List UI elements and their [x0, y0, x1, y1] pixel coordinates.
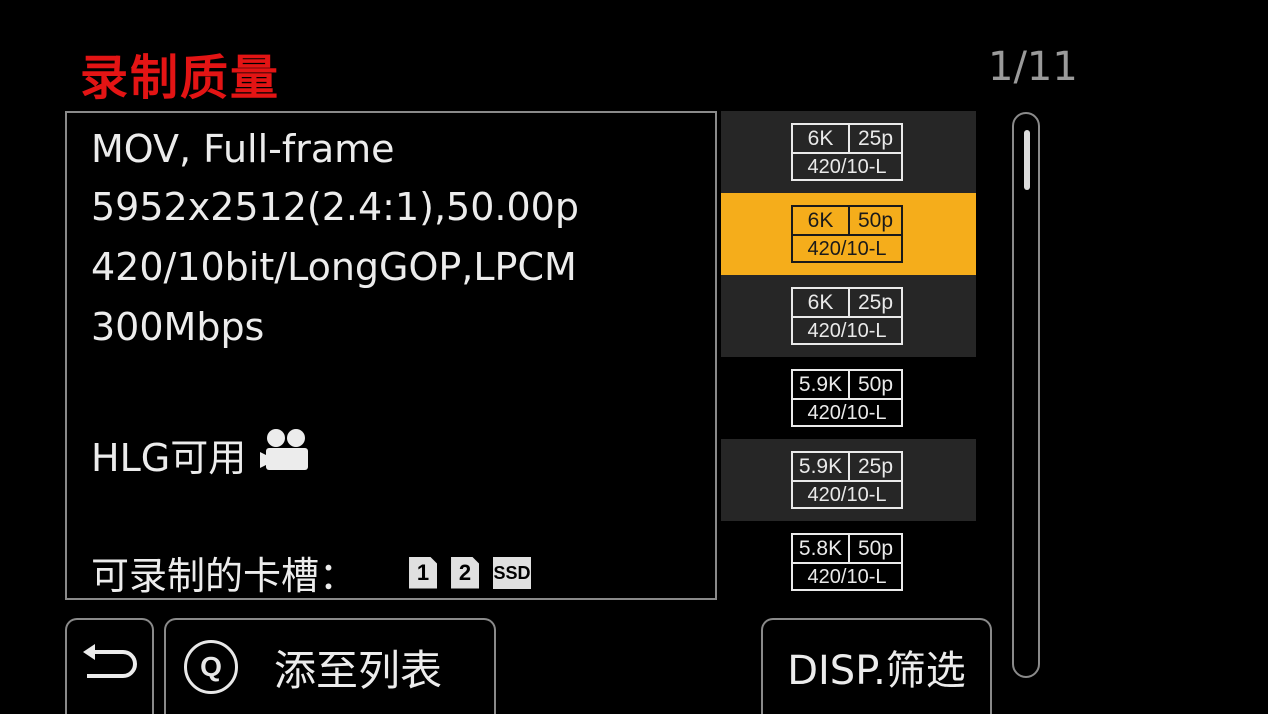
scrollbar[interactable] [1012, 112, 1040, 678]
format-badge: 6K 25p 420/10-L [791, 287, 903, 345]
info-bitrate: 300Mbps [91, 305, 265, 349]
format-resolution: 5.8K [793, 535, 850, 562]
hlg-availability: HLG可用 [91, 427, 316, 482]
format-list: 6K 25p 420/10-L 6K 50p 420/10-L 6K 25p 420/… [721, 111, 976, 603]
format-option[interactable]: 5.8K 50p 420/10-L [721, 521, 976, 603]
slots-label: 可录制的卡槽： [91, 554, 358, 598]
format-option[interactable]: 5.9K 25p 420/10-L [721, 439, 976, 521]
add-to-list-label: 添至列表 [274, 645, 443, 695]
format-option[interactable]: 6K 25p 420/10-L [721, 275, 976, 357]
info-codec: 420/10bit/LongGOP,LPCM [91, 245, 577, 289]
format-badge: 5.8K 50p 420/10-L [791, 533, 903, 591]
format-option-selected[interactable]: 6K 50p 420/10-L [721, 193, 976, 275]
format-framerate: 25p [857, 127, 894, 150]
page-indicator: 1/11 [988, 44, 1078, 90]
info-container-format: MOV, Full-frame [91, 127, 395, 171]
format-resolution: 6K [793, 125, 850, 152]
format-badge: 5.9K 25p 420/10-L [791, 451, 903, 509]
format-codec: 420/10-L [807, 320, 887, 342]
hlg-label: HLG可用 [91, 436, 247, 480]
disp-filter-button[interactable]: DISP.筛选 [761, 618, 992, 714]
add-to-list-button[interactable]: Q 添至列表 [164, 618, 496, 714]
card-slot-1-icon: 1 [409, 556, 438, 589]
movie-camera-icon [260, 428, 316, 481]
format-badge: 6K 25p 420/10-L [791, 123, 903, 181]
ssd-icon: SSD [493, 556, 532, 589]
format-framerate: 25p [857, 455, 894, 478]
info-resolution-framerate: 5952x2512(2.4:1),50.00p [91, 185, 579, 229]
format-option[interactable]: 6K 25p 420/10-L [721, 111, 976, 193]
scrollbar-thumb[interactable] [1024, 130, 1030, 190]
format-badge: 5.9K 50p 420/10-L [791, 369, 903, 427]
format-option[interactable]: 5.9K 50p 420/10-L [721, 357, 976, 439]
format-framerate: 50p [857, 373, 894, 396]
format-resolution: 5.9K [793, 453, 850, 480]
card-slot-2-icon: 2 [451, 556, 480, 589]
recordable-slots: 可录制的卡槽： 1 2 SSD [91, 545, 545, 600]
return-arrow-icon [81, 644, 141, 692]
format-framerate: 50p [857, 537, 894, 560]
format-resolution: 6K [793, 207, 850, 234]
info-panel: MOV, Full-frame 5952x2512(2.4:1),50.00p … [65, 111, 717, 600]
menu-title: 录制质量 [80, 50, 281, 106]
q-button-icon: Q [184, 640, 238, 694]
format-codec: 420/10-L [807, 238, 887, 260]
format-codec: 420/10-L [807, 566, 887, 588]
format-resolution: 6K [793, 289, 850, 316]
back-button[interactable] [65, 618, 154, 714]
format-framerate: 50p [857, 209, 894, 232]
format-resolution: 5.9K [793, 371, 850, 398]
format-framerate: 25p [857, 291, 894, 314]
format-badge: 6K 50p 420/10-L [791, 205, 903, 263]
format-codec: 420/10-L [807, 402, 887, 424]
disp-filter-label: DISP.筛选 [787, 648, 966, 694]
format-codec: 420/10-L [807, 484, 887, 506]
format-codec: 420/10-L [807, 156, 887, 178]
